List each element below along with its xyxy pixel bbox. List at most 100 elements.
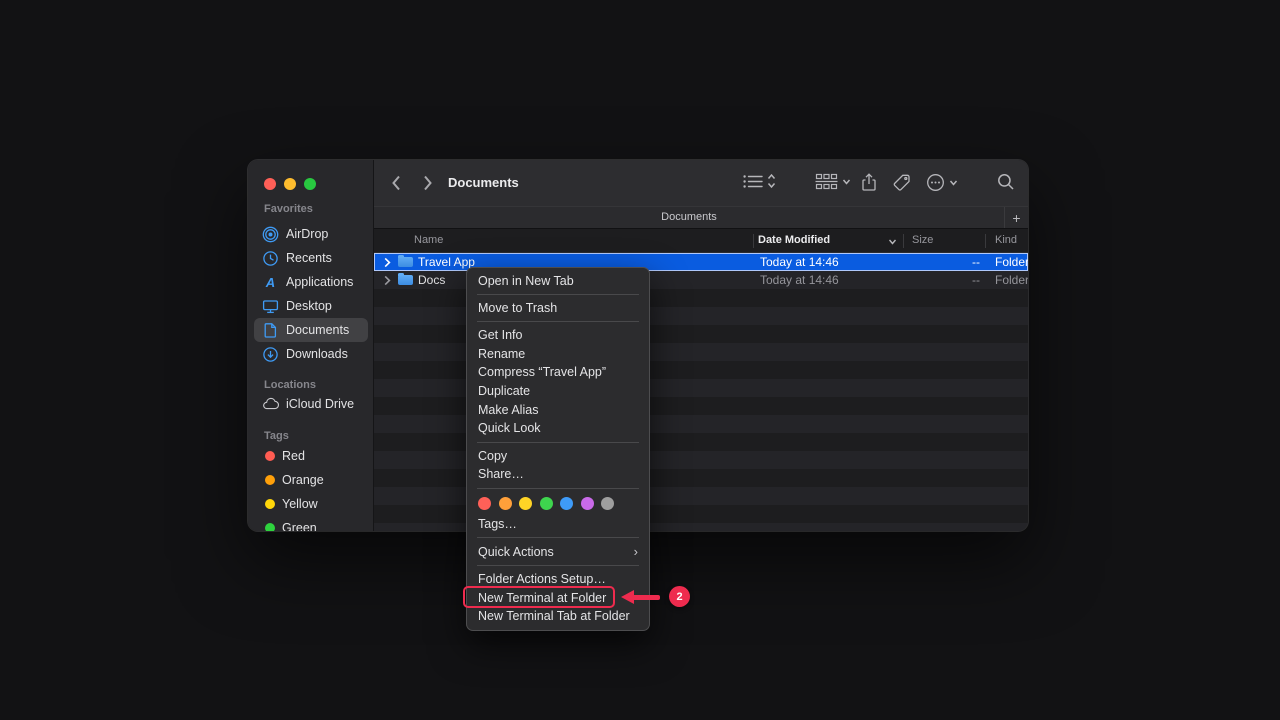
share-icon [861,173,877,192]
step-badge: 2 [669,586,690,607]
minimize-button[interactable] [284,178,296,190]
menu-item-share[interactable]: Share… [467,465,649,484]
tag-color-row [467,493,649,515]
tab-documents[interactable]: Documents [374,211,1004,223]
desktop-background: Favorites AirDrop Recents A App [0,0,1280,720]
column-header-row: Name Date Modified Size Kind [374,229,1028,253]
sidebar-item-tag-red[interactable]: Red [254,444,368,468]
toolbar: Documents [374,160,1028,206]
menu-item-new-terminal-tab-at-folder[interactable]: New Terminal Tab at Folder [467,607,649,626]
menu-item-label: Quick Actions [478,545,554,559]
blue-tag-swatch[interactable] [560,497,573,510]
column-divider[interactable] [985,234,986,248]
menu-item-quick-actions[interactable]: Quick Actions › [467,542,649,561]
yellow-tag-swatch[interactable] [519,497,532,510]
menu-item-move-to-trash[interactable]: Move to Trash [467,299,649,317]
more-actions-button[interactable] [926,173,958,192]
tag-icon [893,173,912,192]
menu-separator [477,442,639,443]
sidebar-item-label: Downloads [286,347,348,361]
column-header-name[interactable]: Name [414,234,443,246]
share-button[interactable] [861,173,877,192]
highlight-box [463,586,615,608]
column-header-size[interactable]: Size [912,234,933,246]
annotation-arrow-shaft [632,595,660,600]
menu-item-quick-look[interactable]: Quick Look [467,419,649,438]
sidebar-item-label: Applications [286,275,353,289]
sidebar-item-label: Orange [282,473,324,487]
sidebar-item-downloads[interactable]: Downloads [254,342,368,366]
airdrop-icon [262,226,279,243]
disclosure-chevron-icon[interactable] [384,275,391,286]
view-mode-button[interactable] [743,173,776,189]
menu-item-open-in-new-tab[interactable]: Open in New Tab [467,272,649,290]
sidebar-section-locations: Locations [264,379,316,391]
submenu-chevron-icon: › [634,544,638,559]
chevron-right-icon [422,174,433,192]
menu-item-make-alias[interactable]: Make Alias [467,400,649,419]
sidebar-item-tag-yellow[interactable]: Yellow [254,492,368,516]
menu-item-rename[interactable]: Rename [467,345,649,364]
gray-tag-swatch[interactable] [601,497,614,510]
group-button[interactable] [815,173,851,190]
new-tab-button[interactable]: + [1004,207,1028,228]
red-tag-swatch[interactable] [478,497,491,510]
sidebar-item-label: Yellow [282,497,318,511]
orange-tag-swatch[interactable] [499,497,512,510]
purple-tag-swatch[interactable] [581,497,594,510]
menu-item-compress[interactable]: Compress “Travel App” [467,363,649,382]
sidebar-item-documents[interactable]: Documents [254,318,368,342]
zoom-button[interactable] [304,178,316,190]
sidebar-item-icloud-drive[interactable]: iCloud Drive [254,392,368,416]
sidebar-item-label: AirDrop [286,227,328,241]
sidebar-item-airdrop[interactable]: AirDrop [254,222,368,246]
menu-item-get-info[interactable]: Get Info [467,326,649,345]
yellow-tag-icon [265,499,275,509]
file-name: Docs [418,273,445,287]
sidebar-item-label: iCloud Drive [286,397,354,411]
list-view-icon [743,174,763,189]
sidebar-section-favorites: Favorites [264,203,313,215]
menu-item-copy[interactable]: Copy [467,447,649,466]
sidebar-item-applications[interactable]: A Applications [254,270,368,294]
close-button[interactable] [264,178,276,190]
column-header-date-modified[interactable]: Date Modified [758,234,830,246]
tag-button[interactable] [893,173,912,192]
sidebar-item-label: Red [282,449,305,463]
folder-icon [398,257,413,267]
desktop-icon [262,298,279,315]
file-date-modified: Today at 14:46 [760,255,839,269]
menu-separator [477,565,639,566]
sidebar-item-tag-green[interactable]: Green [254,516,368,531]
sidebar-item-label: Green [282,521,317,531]
chevron-down-icon [949,179,958,186]
sidebar-item-desktop[interactable]: Desktop [254,294,368,318]
disclosure-chevron-icon[interactable] [384,257,391,268]
forward-button[interactable] [417,173,437,193]
search-button[interactable] [997,173,1015,191]
sidebar-item-label: Recents [286,251,332,265]
chevron-up-down-icon [767,173,776,189]
column-divider[interactable] [903,234,904,248]
column-divider[interactable] [753,234,754,248]
file-date-modified: Today at 14:46 [760,273,839,287]
menu-item-tags[interactable]: Tags… [467,515,649,534]
downloads-icon [262,346,279,363]
menu-item-duplicate[interactable]: Duplicate [467,382,649,401]
file-kind: Folder [995,273,1028,287]
sidebar-item-label: Documents [286,323,349,337]
menu-separator [477,537,639,538]
green-tag-swatch[interactable] [540,497,553,510]
sidebar-item-tag-orange[interactable]: Orange [254,468,368,492]
tab-bar: Documents + [374,206,1028,229]
file-size: -- [940,255,980,269]
applications-icon: A [262,274,279,291]
group-by-icon [815,173,838,190]
sidebar-item-recents[interactable]: Recents [254,246,368,270]
ellipsis-circle-icon [926,173,945,192]
column-header-kind[interactable]: Kind [995,234,1017,246]
cloud-icon [262,396,279,413]
back-button[interactable] [386,173,406,193]
plus-icon: + [1012,210,1020,226]
folder-icon [398,275,413,285]
